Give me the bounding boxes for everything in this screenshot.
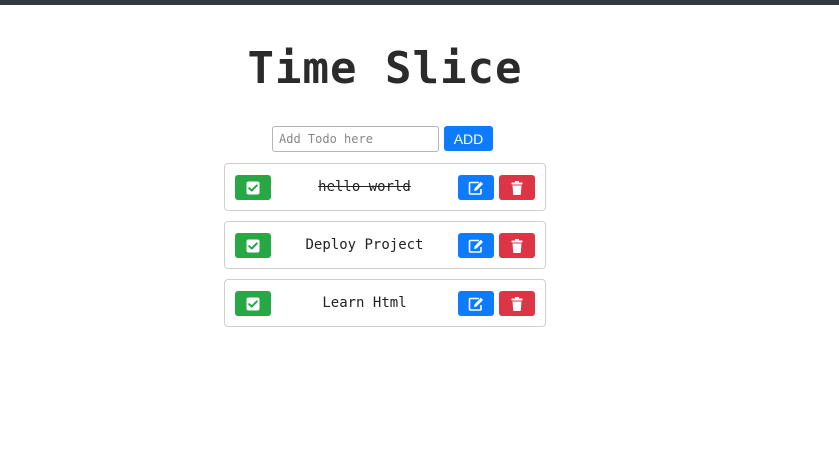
check-square-icon	[246, 297, 260, 311]
add-button[interactable]: ADD	[444, 126, 493, 151]
edit-button[interactable]	[458, 291, 494, 316]
delete-button[interactable]	[499, 233, 535, 258]
page-title: Time Slice	[247, 43, 523, 94]
edit-icon	[468, 181, 484, 195]
edit-button[interactable]	[458, 233, 494, 258]
todo-text: hello world	[318, 179, 411, 195]
edit-icon	[468, 297, 484, 311]
delete-button[interactable]	[499, 291, 535, 316]
check-square-icon	[246, 239, 260, 253]
todo-list: hello world Deploy Project Learn Html	[224, 163, 546, 337]
add-todo-form: ADD	[272, 126, 493, 152]
delete-button[interactable]	[499, 175, 535, 200]
complete-button[interactable]	[235, 175, 271, 200]
todo-item: hello world	[224, 163, 546, 211]
todo-item: Deploy Project	[224, 221, 546, 269]
todo-text: Deploy Project	[305, 237, 424, 253]
complete-button[interactable]	[235, 291, 271, 316]
trash-icon	[511, 238, 523, 253]
trash-icon	[511, 296, 523, 311]
todo-text: Learn Html	[322, 295, 407, 311]
edit-icon	[468, 239, 484, 253]
check-square-icon	[246, 181, 260, 195]
top-bar	[0, 0, 839, 5]
edit-button[interactable]	[458, 175, 494, 200]
complete-button[interactable]	[235, 233, 271, 258]
todo-input[interactable]	[272, 126, 439, 152]
todo-item: Learn Html	[224, 279, 546, 327]
trash-icon	[511, 180, 523, 195]
